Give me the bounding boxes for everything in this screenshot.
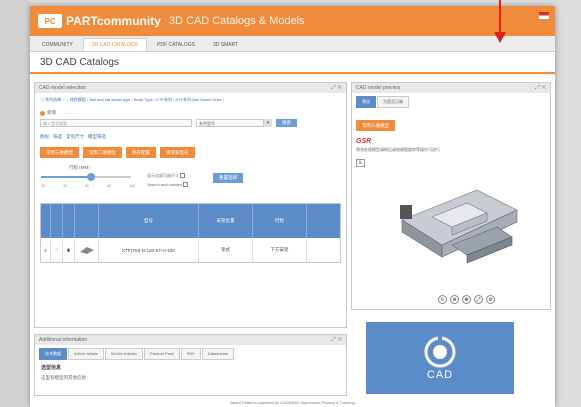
radio-label: 新增 xyxy=(47,110,56,115)
manufacturer-logo: GSR xyxy=(356,138,372,145)
panel-title: Additional information xyxy=(39,337,88,343)
tab-article-details[interactable]: Article details xyxy=(68,348,104,360)
results-table: 型号 安装位置 行程 4 ♡ ⬮ KTF(TM)-D-120-ST-H-100 … xyxy=(40,203,341,263)
tab-3d-smart[interactable]: 3D SMART xyxy=(205,39,246,51)
cad-logo-icon xyxy=(424,335,456,368)
preview-note: 预览处理模型请稍后或按键图旋转等操作可进行 xyxy=(356,147,440,152)
slider-handle[interactable] xyxy=(87,173,95,181)
cube-icon[interactable]: ⬮ xyxy=(63,238,75,262)
checkbox-group: 显示全部可选尺寸 Search auto-related xyxy=(147,171,189,189)
tab-preview[interactable]: 预览 xyxy=(356,96,376,108)
fit-icon[interactable]: ⤢ xyxy=(474,295,483,304)
tab-check[interactable]: 为是否正确 xyxy=(377,96,409,108)
reset-button[interactable]: 重置选择 xyxy=(213,173,243,183)
pan-icon[interactable]: ✥ xyxy=(462,295,471,304)
info-tabs: 技术数据 Article details Similar Articles Pr… xyxy=(35,345,346,360)
table-row[interactable]: 4 ♡ ⬮ KTF(TM)-D-120-ST-H-100 架式 下方安装 xyxy=(41,238,340,262)
partcommunity-logo[interactable]: PC xyxy=(38,14,62,28)
panel-tools-icon[interactable]: ⤢ ✕ xyxy=(331,83,342,93)
settings-icon[interactable]: ⚙ xyxy=(486,295,495,304)
options-links[interactable]: 图视 · 筛选 · 常见尺寸 · 模型筛选 xyxy=(40,134,106,140)
chevron-down-icon[interactable]: ▾ xyxy=(264,119,272,127)
radio-icon[interactable] xyxy=(40,110,45,116)
info-body: 这里有模型的其他信息 xyxy=(41,375,86,380)
tab-similar-articles[interactable]: Similar Articles xyxy=(104,348,144,360)
search-button[interactable]: 搜索 xyxy=(276,119,297,127)
cell-mount: 架式 xyxy=(199,238,253,262)
tab-pdf-catalogs[interactable]: PDF CATALOGS xyxy=(149,39,203,51)
table-header: 型号 安装位置 行程 xyxy=(41,204,340,238)
page-title: 3D CAD Catalogs xyxy=(30,52,555,74)
breadcrumb[interactable]: ◁ 系列选择 › → 线性模组 › Ball and rail screw ty… xyxy=(35,93,346,107)
panel-title: CAD model preview xyxy=(356,85,401,91)
checkbox[interactable] xyxy=(183,182,189,188)
download-3d-button[interactable]: 常用三维模型 xyxy=(40,147,79,158)
info-heading: 选型信息 xyxy=(41,365,62,371)
search-mode-row: 新增 ◦ ◦ ◦ ◦ xyxy=(35,107,346,117)
save-config-button[interactable]: 保存配置 xyxy=(126,147,156,158)
series-select[interactable]: 系列型号 xyxy=(196,119,264,127)
main-nav: COMMUNITY 3D CAD CATALOGS PDF CATALOGS 3… xyxy=(30,36,555,52)
search-row: 输入型号搜索 系列型号 ▾ 搜索 xyxy=(35,117,346,128)
tab-technical-data[interactable]: 技术数据 xyxy=(39,348,67,360)
panel-header: CAD model preview ⤢ ✕ xyxy=(352,83,550,93)
panel-tools-icon[interactable]: ⤢ ✕ xyxy=(535,83,546,93)
tab-datasheets[interactable]: Datasheets xyxy=(201,348,235,360)
cad-model-selection-panel: CAD model selection ⤢ ✕ ◁ 系列选择 › → 线性模组 … xyxy=(34,82,347,328)
auto-related-label: Search auto-related xyxy=(147,182,183,187)
preview-action: 常用三维模型 xyxy=(352,108,550,132)
preview-tabs: 预览 为是否正确 xyxy=(352,93,550,108)
download-2d-button[interactable]: 常用二维模型 xyxy=(83,147,122,158)
footer[interactable]: About PartsPro powered by CADENAS Impres… xyxy=(30,400,555,405)
search-input[interactable]: 输入型号搜索 xyxy=(40,119,192,127)
cad-logo-box: CAD xyxy=(366,322,514,394)
panel-title: CAD model selection xyxy=(39,85,86,91)
panel-header: CAD model selection ⤢ ✕ xyxy=(35,83,346,93)
tab-3d-cad-catalogs[interactable]: 3D CAD CATALOGS xyxy=(82,38,148,51)
background-left-strip xyxy=(0,0,30,407)
viewer-tools: ↻ ⊕ ✥ ⤢ ⚙ xyxy=(438,295,495,304)
cad-logo-text: CAD xyxy=(426,369,454,381)
zoom-icon[interactable]: ⊕ xyxy=(450,295,459,304)
top-bar: PC PARTcommunity 3D CAD Catalogs & Model… xyxy=(30,6,555,36)
cell-model: KTF(TM)-D-120-ST-H-100 xyxy=(99,238,199,262)
action-buttons: 常用三维模型 常用二维模型 保存配置 请求新型号 xyxy=(35,141,346,159)
menu-icon[interactable]: ≡ xyxy=(356,159,365,167)
manufacturer-row: GSR xyxy=(352,132,550,145)
slider-label: 行程 (MM) xyxy=(69,165,90,170)
rotate-icon[interactable]: ↻ xyxy=(438,295,447,304)
options-row: 图视 · 筛选 · 常见尺寸 · 模型筛选 xyxy=(35,128,346,141)
stroke-filter: 行程 (MM) 30 40 50 60 100 显示全部可选尺寸 Search … xyxy=(35,165,346,199)
panel-tools-icon[interactable]: ⤢ ✕ xyxy=(331,335,342,345)
app-window: PC PARTcommunity 3D CAD Catalogs & Model… xyxy=(30,6,555,407)
slider-ticks: 30 40 50 60 100 xyxy=(41,184,135,188)
additional-info-panel: Additional information ⤢ ✕ 技术数据 Article … xyxy=(34,334,347,396)
tab-product-pack[interactable]: Product Pack xyxy=(144,348,180,360)
preview-download-button[interactable]: 常用三维模型 xyxy=(356,120,395,131)
app-title: 3D CAD Catalogs & Models xyxy=(168,15,305,27)
column-model[interactable]: 型号 xyxy=(99,204,199,238)
request-model-button[interactable]: 请求新型号 xyxy=(160,147,195,158)
cad-preview-panel: CAD model preview ⤢ ✕ 预览 为是否正确 常用三维模型 GS… xyxy=(351,82,551,310)
tab-pdf[interactable]: PDF xyxy=(180,348,201,360)
checkbox[interactable] xyxy=(180,173,186,179)
check-all-label: 显示全部可选尺寸 xyxy=(147,173,179,178)
filter-options-text: ◦ ◦ ◦ ◦ xyxy=(64,110,75,116)
red-arrow-icon xyxy=(494,32,506,43)
part-thumbnail xyxy=(75,238,99,262)
cad-model-3d[interactable] xyxy=(392,175,532,285)
tab-community[interactable]: COMMUNITY xyxy=(34,39,81,51)
red-arrow-line xyxy=(499,0,501,34)
brand-name[interactable]: PARTcommunity xyxy=(66,14,161,28)
cell-stroke: 下方安装 xyxy=(253,238,307,262)
favorite-icon[interactable]: ♡ xyxy=(51,238,63,262)
slider-track[interactable] xyxy=(41,173,131,181)
column-mount[interactable]: 安装位置 xyxy=(199,204,253,238)
panel-header: Additional information ⤢ ✕ xyxy=(35,335,346,345)
column-stroke[interactable]: 行程 xyxy=(253,204,307,238)
language-flag-icon[interactable] xyxy=(539,12,549,19)
